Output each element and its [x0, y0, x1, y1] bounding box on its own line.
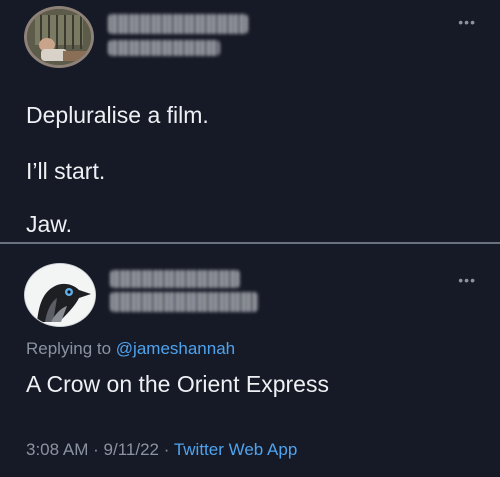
- tweet-text-line: I’ll start.: [26, 158, 106, 184]
- tweet-date[interactable]: 9/11/22: [104, 440, 159, 459]
- reply-text: A Crow on the Orient Express: [26, 371, 329, 397]
- replying-to: Replying to @jameshannah: [26, 339, 235, 359]
- replying-to-handle-link[interactable]: @jameshannah: [116, 339, 235, 358]
- meta-separator: ·: [93, 440, 99, 459]
- user-avatar[interactable]: [24, 6, 94, 68]
- replying-to-label: Replying to: [26, 339, 112, 358]
- blurred-username: [108, 40, 220, 56]
- crow-avatar-icon: [25, 264, 95, 326]
- tweet-metadata: 3:08 AM · 9/11/22 · Twitter Web App: [26, 440, 297, 460]
- tweet-time[interactable]: 3:08 AM: [26, 440, 88, 459]
- blurred-display-name: [108, 14, 248, 34]
- blurred-display-name: [110, 270, 240, 288]
- thread-divider: [0, 242, 500, 244]
- reply-user-avatar[interactable]: [24, 263, 96, 327]
- tweet-text-line: Jaw.: [26, 211, 73, 237]
- meta-separator: ·: [163, 440, 170, 459]
- tweet-text-line: Depluralise a film.: [26, 102, 209, 128]
- original-tweet: ••• Depluralise a film. I’ll start. Jaw.: [0, 0, 500, 243]
- tweet-source-link[interactable]: Twitter Web App: [174, 440, 297, 459]
- blurred-username: [110, 292, 258, 312]
- more-dots-icon[interactable]: •••: [458, 272, 476, 288]
- more-dots-icon[interactable]: •••: [458, 14, 476, 30]
- avatar-photo-icon: [27, 9, 91, 65]
